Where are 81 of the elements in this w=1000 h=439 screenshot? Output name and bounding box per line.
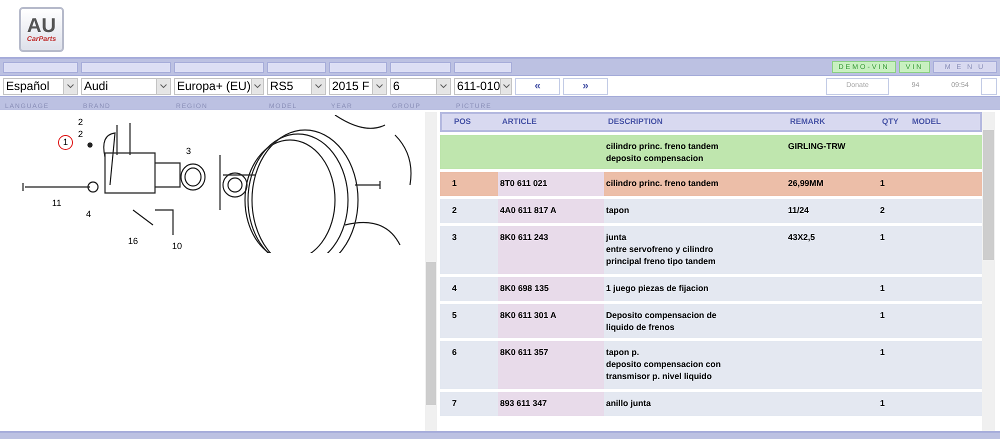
callout-number[interactable]: 2 [78, 118, 84, 127]
dropdown-value: 6 [393, 78, 400, 95]
callout-number[interactable]: 10 [172, 242, 182, 251]
column-header[interactable]: POS [442, 116, 500, 128]
chevron-down-icon [311, 78, 325, 94]
chevron-down-icon [63, 78, 77, 94]
blank-tab[interactable] [390, 62, 451, 72]
callout-number[interactable]: 3 [186, 147, 192, 156]
callout-number[interactable]: 2 [78, 130, 84, 139]
dropdown[interactable]: Español [3, 78, 78, 94]
table-cell: 1 [880, 347, 885, 357]
table-cell: 1 [880, 232, 885, 242]
column-header[interactable]: QTY [880, 116, 910, 128]
dropdown[interactable]: 6 [390, 78, 451, 94]
table-cell: 26,99MM [788, 178, 824, 188]
dropdown-value: Español [6, 78, 50, 95]
dropdown-value: 2015 F [332, 78, 370, 95]
callout-number[interactable]: 4 [86, 210, 92, 219]
table-cell: 4 [452, 283, 457, 293]
table-cell: 893 611 347 [500, 398, 547, 408]
table-cell: 43X2,5 [788, 232, 815, 242]
description-text: junta entre servofreno y cilindro principal freno tipo tandem [606, 232, 716, 266]
dropdown-value: Audi [84, 78, 108, 95]
table-cell: 6 [452, 347, 457, 357]
table-cell: 1 [880, 283, 885, 293]
description-text: Deposito compensacion de liquido de frenos [606, 310, 717, 332]
blank-tab[interactable] [81, 62, 171, 72]
logo-title: AU [27, 16, 56, 36]
blank-tab[interactable] [454, 62, 512, 72]
empty-box[interactable] [981, 78, 997, 94]
table-cell: 4A0 611 817 A [500, 205, 556, 215]
nav-button[interactable]: » [563, 78, 608, 94]
dropdown-value: 611-010 [457, 78, 500, 95]
table-cell: 2 [880, 205, 885, 215]
chevron-down-icon [250, 78, 263, 94]
table-cell: 8K0 611 301 A [500, 310, 556, 320]
chevron-down-icon [436, 78, 450, 94]
table-cell: 11/24 [788, 205, 809, 215]
table-cell: GIRLING-TRW [788, 141, 846, 151]
table-cell: 8T0 611 021 [500, 178, 548, 188]
callout-number[interactable]: 11 [52, 199, 62, 208]
dropdown-value: RS5 [270, 78, 294, 95]
table-cell: 1 [880, 178, 885, 188]
table-cell: 8K0 611 357 [500, 347, 548, 357]
column-header[interactable]: ARTICLE [500, 116, 606, 128]
table-cell: 1 [880, 398, 885, 408]
column-header[interactable]: MODEL [910, 116, 980, 128]
description-text: tapon [606, 205, 630, 215]
column-header[interactable]: DESCRIPTION [606, 116, 788, 128]
chevron-down-icon [500, 78, 511, 94]
blank-tab[interactable] [3, 62, 78, 72]
table-cell: 3 [452, 232, 457, 242]
dropdown-value: Europa+ (EU) [177, 78, 251, 95]
table-cell: 7 [452, 398, 457, 408]
table-cell: 1 [452, 178, 457, 188]
table-cell: 8K0 698 135 [500, 283, 549, 293]
nav-button[interactable]: « [515, 78, 560, 94]
description-text: cilindro princ. freno tandem [606, 178, 718, 188]
column-header[interactable]: REMARK [788, 116, 880, 128]
dropdown[interactable]: 2015 F [329, 78, 387, 94]
scrollbar[interactable] [425, 112, 437, 434]
dropdown[interactable]: 611-010 [454, 78, 512, 94]
blank-tab[interactable] [267, 62, 326, 72]
dropdown[interactable]: Audi [81, 78, 171, 94]
description-text: 1 juego piezas de fijacion [606, 283, 708, 293]
table-cell: 2 [452, 205, 457, 215]
chevron-down-icon [372, 78, 386, 94]
blank-tab[interactable] [174, 62, 264, 72]
description-text: tapon p. deposito compensacion con transmisor p. nivel liquido [606, 347, 721, 381]
scrollbar[interactable] [982, 112, 995, 434]
callout-number[interactable]: 16 [128, 237, 138, 246]
dropdown[interactable]: Europa+ (EU) [174, 78, 264, 94]
dropdown[interactable]: RS5 [267, 78, 326, 94]
table-cell: 5 [452, 310, 457, 320]
description-text: cilindro princ. freno tandem deposito compensacion [606, 141, 718, 163]
blank-tab[interactable] [329, 62, 387, 72]
description-text: anillo junta [606, 398, 651, 408]
table-cell: 8K0 611 243 [500, 232, 548, 242]
callout-number[interactable]: 1 [58, 135, 73, 150]
table-cell: 1 [880, 310, 885, 320]
chevron-down-icon [156, 78, 170, 94]
